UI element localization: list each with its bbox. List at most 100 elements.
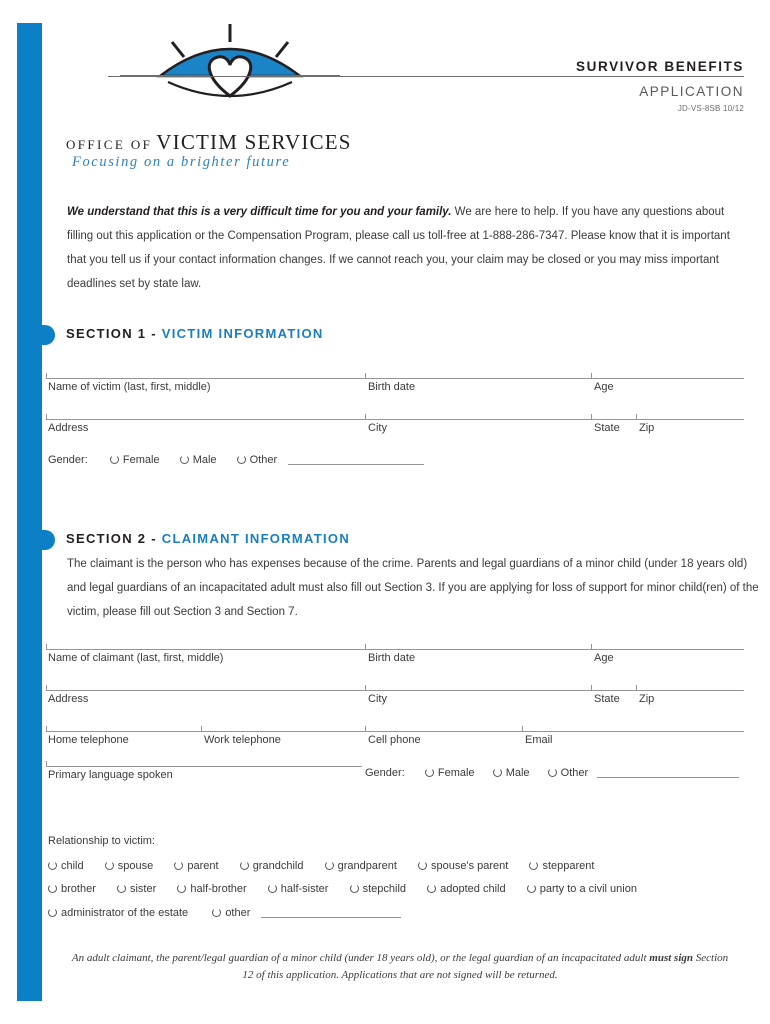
footnote-bold: must sign — [649, 952, 694, 964]
section-2-paragraph: The claimant is the person who has expen… — [67, 558, 759, 618]
section-2-title: CLAIMANT INFORMATION — [161, 531, 351, 546]
relationship-option-brother[interactable]: brother — [48, 883, 96, 895]
victim-age-label: Age — [594, 381, 614, 393]
section-1-number: SECTION 1 - — [66, 326, 162, 341]
organization-name: OFFICE OF VICTIM SERVICES — [66, 130, 352, 155]
radio-icon[interactable] — [48, 861, 57, 870]
radio-icon[interactable] — [349, 884, 359, 893]
intro-bold-lead: We understand that this is a very diffic… — [67, 206, 452, 218]
radio-icon[interactable] — [177, 884, 187, 893]
radio-icon[interactable] — [48, 908, 57, 917]
form-code: JD-VS-8SB 10/12 — [677, 104, 744, 113]
section-2-heading: SECTION 2 - CLAIMANT INFORMATION — [66, 531, 350, 546]
victim-name-label: Name of victim (last, first, middle) — [48, 381, 211, 393]
radio-icon[interactable] — [212, 908, 222, 917]
radio-icon[interactable] — [547, 768, 557, 777]
claimant-email-label: Email — [525, 734, 553, 746]
relationship-option-half-brother[interactable]: half-brother — [177, 883, 247, 895]
relationship-option-other[interactable]: other — [212, 907, 250, 919]
claimant-cell-phone-label: Cell phone — [368, 734, 421, 746]
claimant-age-label: Age — [594, 652, 614, 664]
victim-state-label: State — [594, 422, 620, 434]
radio-icon[interactable] — [239, 861, 249, 870]
section-1-heading: SECTION 1 - VICTIM INFORMATION — [66, 326, 324, 341]
victim-birthdate-label: Birth date — [368, 381, 416, 393]
radio-icon[interactable] — [174, 861, 184, 870]
claimant-gender-label: Gender: — [365, 767, 405, 779]
relationship-option-stepchild[interactable]: stepchild — [349, 883, 406, 895]
claimant-gender-option-male[interactable]: Male — [492, 767, 530, 779]
section-1-bullet — [42, 325, 55, 345]
radio-icon[interactable] — [324, 861, 334, 870]
victim-city-label: City — [368, 422, 387, 434]
claimant-work-phone-label: Work telephone — [204, 734, 281, 746]
relationship-option-stepparent[interactable]: stepparent — [529, 860, 594, 872]
victim-address-row: Address City State Zip — [46, 414, 744, 441]
relationship-option-administrator[interactable]: administrator of the estate — [48, 907, 188, 919]
organization-name-prefix: OFFICE OF — [66, 137, 153, 152]
signature-footnote: An adult claimant, the parent/legal guar… — [70, 950, 730, 984]
victim-gender-option-female[interactable]: Female — [109, 454, 160, 466]
relationship-option-adopted-child[interactable]: adopted child — [427, 883, 506, 895]
relationship-other-blank[interactable] — [261, 906, 402, 918]
radio-icon[interactable] — [427, 884, 437, 893]
radio-icon[interactable] — [116, 884, 126, 893]
relationship-option-grandchild[interactable]: grandchild — [239, 860, 303, 872]
intro-paragraph: We understand that this is a very diffic… — [67, 200, 745, 296]
radio-icon[interactable] — [48, 884, 57, 893]
footnote-line-1: An adult claimant, the parent/legal guar… — [71, 952, 647, 964]
relationship-option-child[interactable]: child — [48, 860, 84, 872]
claimant-gender-option-other[interactable]: Other — [547, 767, 588, 779]
claimant-name-label: Name of claimant (last, first, middle) — [48, 652, 224, 664]
left-brand-bar — [17, 23, 42, 1001]
claimant-address-label: Address — [48, 693, 89, 705]
claimant-zip-label: Zip — [639, 693, 655, 705]
relationship-option-party-civil-union[interactable]: party to a civil union — [526, 883, 637, 895]
document-subtitle: APPLICATION — [639, 84, 744, 99]
claimant-contact-row: Home telephone Work telephone Cell phone… — [46, 726, 744, 753]
victim-gender-group: Gender: Female Male Other — [48, 453, 425, 466]
relationship-option-parent[interactable]: parent — [174, 860, 219, 872]
section-1-title: VICTIM INFORMATION — [161, 326, 324, 341]
victim-gender-option-other[interactable]: Other — [236, 454, 277, 466]
header-divider-rule — [108, 76, 744, 77]
intro-rest: We are here to help. If you have any que… — [67, 206, 730, 290]
claimant-address-row: Address City State Zip — [46, 685, 744, 712]
section-2-bullet — [42, 530, 55, 550]
radio-icon[interactable] — [267, 884, 277, 893]
radio-icon[interactable] — [526, 884, 536, 893]
relationship-option-spouse[interactable]: spouse — [104, 860, 153, 872]
victim-gender-option-male[interactable]: Male — [179, 454, 217, 466]
victim-name-row: Name of victim (last, first, middle) Bir… — [46, 373, 744, 400]
ovs-logo — [120, 24, 340, 102]
radio-icon[interactable] — [529, 861, 539, 870]
relationship-option-half-sister[interactable]: half-sister — [267, 883, 328, 895]
claimant-state-label: State — [594, 693, 620, 705]
radio-icon[interactable] — [109, 455, 119, 464]
relationship-option-sister[interactable]: sister — [116, 883, 156, 895]
victim-gender-other-blank[interactable] — [288, 453, 425, 465]
relationship-option-spouses-parent[interactable]: spouse's parent — [418, 860, 508, 872]
victim-zip-label: Zip — [639, 422, 655, 434]
organization-name-main: VICTIM SERVICES — [156, 130, 352, 154]
relationship-options-row-2: brother sister half-brother half-sister … — [48, 883, 637, 895]
document-title: SURVIVOR BENEFITS — [576, 59, 744, 74]
claimant-primary-language-label: Primary language spoken — [48, 769, 173, 781]
claimant-gender-group: Gender: Female Male Other — [365, 766, 740, 779]
relationship-option-grandparent[interactable]: grandparent — [324, 860, 397, 872]
claimant-gender-other-blank[interactable] — [597, 766, 740, 778]
relationship-options-row-1: child spouse parent grandchild grandpare… — [48, 860, 594, 872]
radio-icon[interactable] — [179, 455, 189, 464]
radio-icon[interactable] — [236, 455, 246, 464]
radio-icon[interactable] — [424, 768, 434, 777]
claimant-language-row: Primary language spoken — [46, 761, 362, 788]
radio-icon[interactable] — [492, 768, 502, 777]
radio-icon[interactable] — [104, 861, 114, 870]
section-2-number: SECTION 2 - — [66, 531, 162, 546]
victim-gender-label: Gender: — [48, 454, 88, 466]
radio-icon[interactable] — [418, 861, 428, 870]
victim-address-label: Address — [48, 422, 89, 434]
claimant-gender-option-female[interactable]: Female — [424, 767, 475, 779]
claimant-city-label: City — [368, 693, 387, 705]
relationship-options-row-3: administrator of the estate other — [48, 906, 402, 919]
